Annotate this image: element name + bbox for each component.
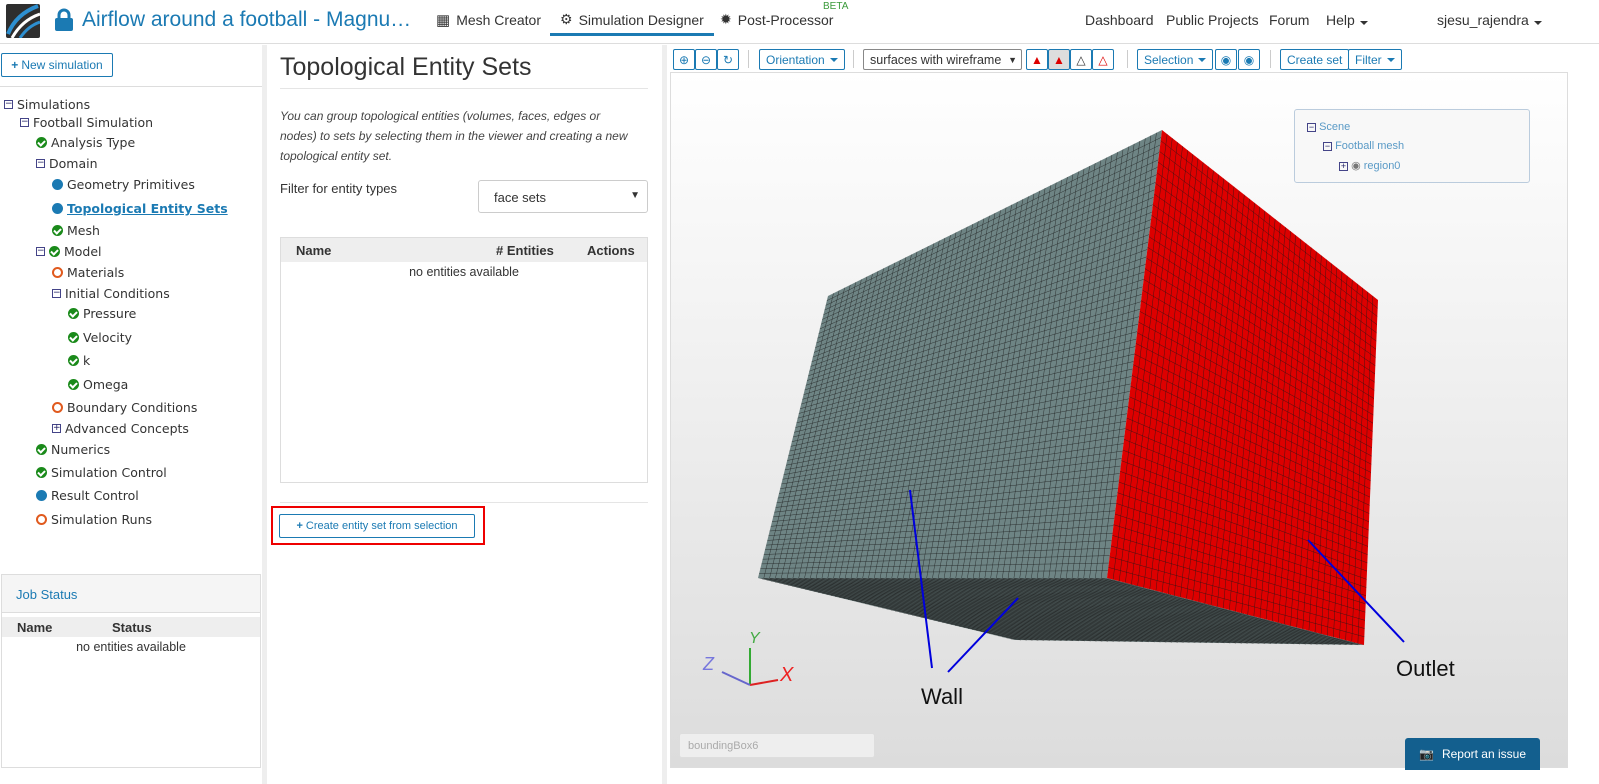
eye-icon: ◉ xyxy=(1351,160,1361,172)
bounding-box-field[interactable]: boundingBox6 xyxy=(679,733,875,758)
expand-icon: + xyxy=(1339,161,1348,171)
axis-z-label: Z xyxy=(703,654,714,674)
report-issue-button[interactable]: 📷 Report an issue xyxy=(1405,738,1540,770)
camera-icon: 📷 xyxy=(1419,747,1434,761)
axis-y-label: Y xyxy=(749,630,760,647)
collapse-icon: − xyxy=(1307,122,1316,132)
region0-node[interactable]: + ◉ region0 xyxy=(1339,159,1400,172)
collapse-icon: − xyxy=(1323,141,1332,151)
axis-x xyxy=(749,679,779,686)
axis-x-label: X xyxy=(780,664,794,686)
football-mesh-node[interactable]: − Football mesh xyxy=(1323,140,1404,152)
wall-label: Wall xyxy=(921,684,963,709)
outlet-label: Outlet xyxy=(1396,656,1455,681)
axis-z xyxy=(721,671,751,686)
scene-tree-panel: − Scene − Football mesh + ◉ region0 xyxy=(1294,109,1530,183)
scene-node[interactable]: − Scene xyxy=(1307,121,1350,133)
